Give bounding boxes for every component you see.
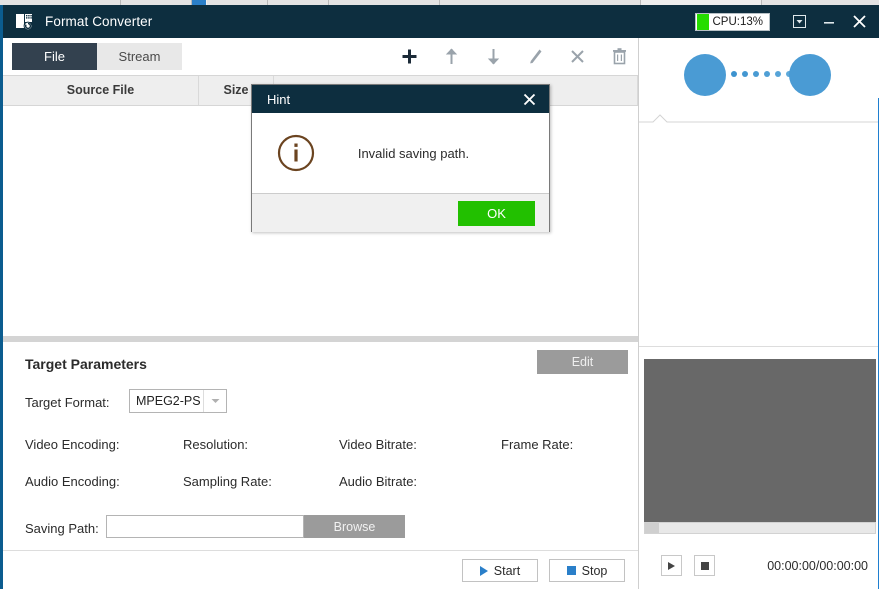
preview-panel: 00:00:00/00:00:00 bbox=[638, 38, 879, 589]
file-toolbar bbox=[388, 40, 640, 72]
connection-graphic bbox=[639, 38, 879, 112]
saving-path-label: Saving Path: bbox=[25, 521, 99, 536]
info-icon bbox=[276, 133, 316, 173]
move-down-icon[interactable] bbox=[472, 40, 514, 72]
panel-notch-divider bbox=[639, 112, 879, 124]
target-node-icon bbox=[789, 54, 831, 96]
preview-horizontal-scrollbar[interactable] bbox=[644, 522, 876, 534]
target-parameters-heading: Target Parameters bbox=[25, 356, 147, 372]
video-preview[interactable] bbox=[644, 359, 876, 522]
tab-strip: File Stream bbox=[12, 43, 182, 70]
preview-stop-button[interactable] bbox=[694, 555, 715, 576]
tab-stream[interactable]: Stream bbox=[97, 43, 182, 70]
target-format-value: MPEG2-PS bbox=[130, 394, 203, 408]
window-title: Format Converter bbox=[45, 14, 152, 29]
label-resolution: Resolution: bbox=[183, 437, 248, 452]
hint-dialog: Hint Invalid saving path. bbox=[251, 84, 550, 232]
edit-button[interactable]: Edit bbox=[537, 350, 628, 374]
label-frame-rate: Frame Rate: bbox=[501, 437, 573, 452]
edit-button-label: Edit bbox=[572, 355, 594, 369]
dialog-title-bar: Hint bbox=[252, 85, 549, 113]
dialog-ok-button[interactable]: OK bbox=[458, 201, 535, 226]
start-button-label: Start bbox=[494, 564, 520, 578]
preview-empty-space bbox=[639, 124, 879, 346]
playback-controls: 00:00:00/00:00:00 bbox=[639, 542, 879, 589]
cpu-usage-bar bbox=[697, 14, 709, 30]
label-sampling-rate: Sampling Rate: bbox=[183, 474, 272, 489]
cpu-usage-badge: CPU:13% bbox=[695, 13, 771, 31]
preview-separator bbox=[639, 346, 879, 347]
dialog-close-button[interactable] bbox=[519, 89, 539, 109]
start-button[interactable]: Start bbox=[462, 559, 538, 582]
restore-button[interactable] bbox=[784, 5, 814, 38]
play-icon bbox=[668, 562, 675, 570]
add-file-icon[interactable] bbox=[388, 40, 430, 72]
scrollbar-thumb[interactable] bbox=[645, 523, 659, 533]
label-video-bitrate: Video Bitrate: bbox=[339, 437, 417, 452]
stop-icon bbox=[567, 566, 576, 575]
delete-all-icon[interactable] bbox=[598, 40, 640, 72]
tab-file-label: File bbox=[44, 49, 65, 64]
label-video-encoding: Video Encoding: bbox=[25, 437, 119, 452]
dialog-footer: OK bbox=[252, 194, 549, 232]
browse-button[interactable]: Browse bbox=[304, 515, 405, 538]
dialog-body: Invalid saving path. bbox=[252, 113, 549, 194]
remove-icon[interactable] bbox=[556, 40, 598, 72]
stop-icon bbox=[701, 562, 709, 570]
play-icon bbox=[480, 566, 488, 576]
main-window: Format Converter CPU:13% bbox=[0, 5, 879, 589]
source-node-icon bbox=[684, 54, 726, 96]
browse-button-label: Browse bbox=[334, 520, 376, 534]
stop-button-label: Stop bbox=[582, 564, 608, 578]
label-audio-bitrate: Audio Bitrate: bbox=[339, 474, 417, 489]
action-bar: Start Stop bbox=[3, 550, 638, 589]
edit-icon[interactable] bbox=[514, 40, 556, 72]
title-bar: Format Converter CPU:13% bbox=[3, 5, 879, 38]
close-button[interactable] bbox=[844, 5, 874, 38]
minimize-button[interactable] bbox=[814, 5, 844, 38]
chevron-down-icon bbox=[203, 390, 226, 412]
target-format-select[interactable]: MPEG2-PS bbox=[129, 389, 227, 413]
target-parameters-panel: Target Parameters Edit Target Format: MP… bbox=[3, 342, 638, 550]
saving-path-input[interactable] bbox=[106, 515, 304, 538]
cpu-usage-label: CPU:13% bbox=[713, 16, 764, 28]
title-bar-controls: CPU:13% bbox=[695, 5, 879, 38]
tab-stream-label: Stream bbox=[119, 49, 161, 64]
target-format-label: Target Format: bbox=[25, 395, 110, 410]
dialog-message: Invalid saving path. bbox=[316, 146, 549, 161]
stop-button[interactable]: Stop bbox=[549, 559, 625, 582]
tab-file[interactable]: File bbox=[12, 43, 97, 70]
move-up-icon[interactable] bbox=[430, 40, 472, 72]
preview-play-button[interactable] bbox=[661, 555, 682, 576]
label-audio-encoding: Audio Encoding: bbox=[25, 474, 120, 489]
dialog-title: Hint bbox=[267, 92, 290, 107]
column-header-source-file[interactable]: Source File bbox=[3, 76, 199, 105]
preview-timecode: 00:00:00/00:00:00 bbox=[767, 559, 868, 573]
app-icon bbox=[15, 12, 35, 32]
application-window: Format Converter CPU:13% bbox=[0, 0, 879, 589]
